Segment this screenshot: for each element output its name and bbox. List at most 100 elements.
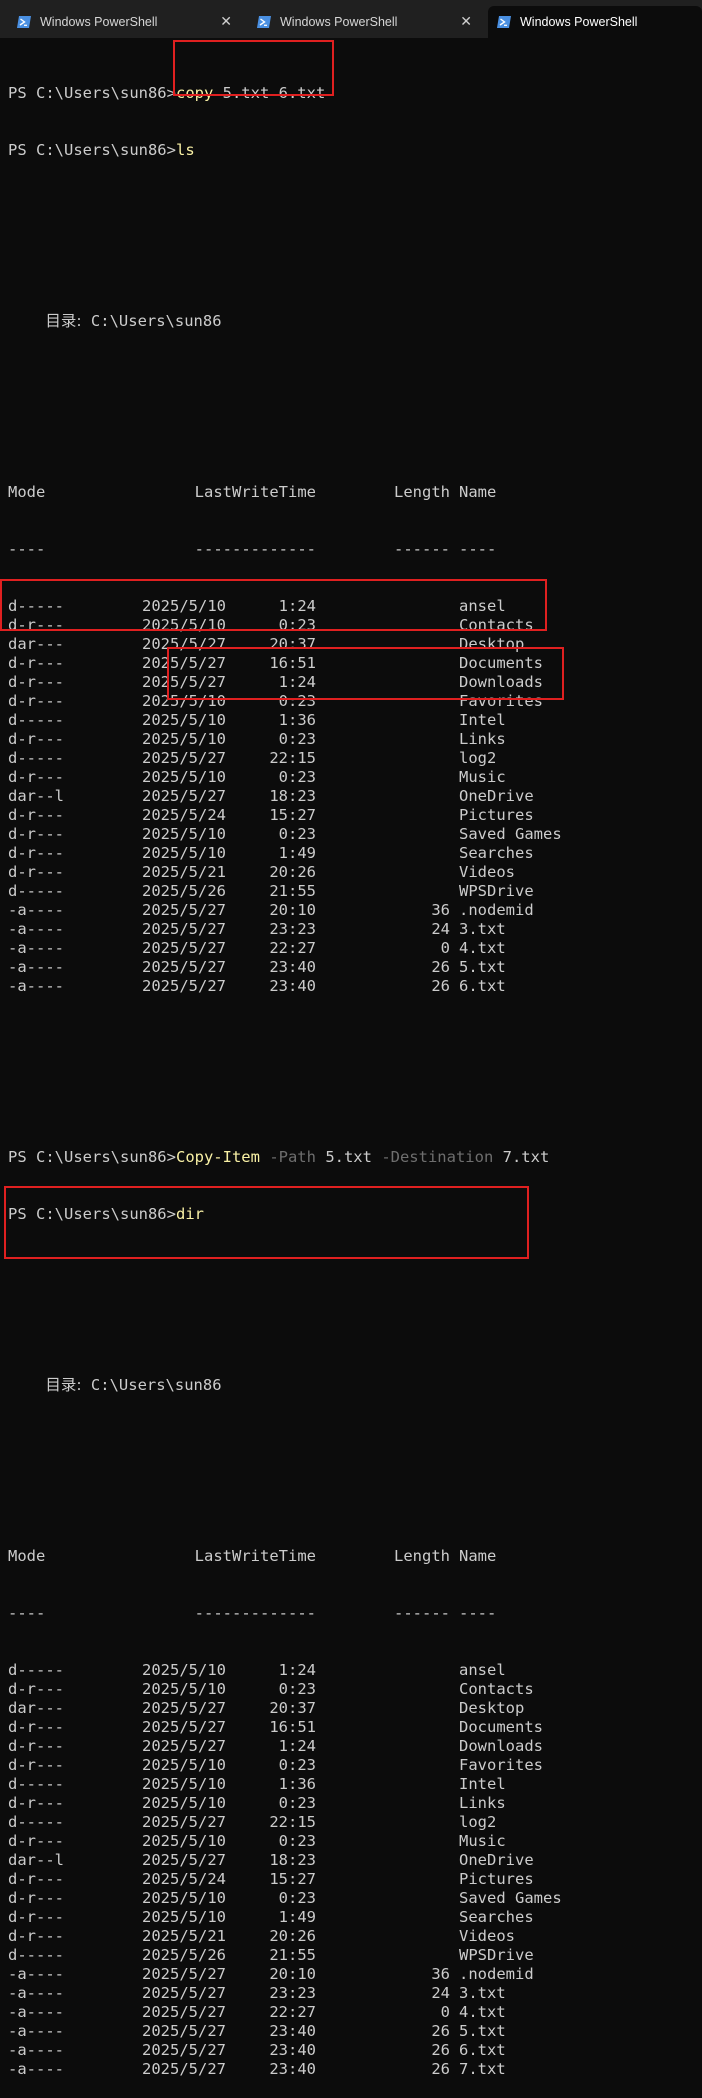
file-date: 2025/5/10: [142, 730, 226, 748]
tab-powershell-3-active[interactable]: Windows PowerShell: [488, 6, 702, 38]
file-mode: d-r---: [8, 692, 64, 710]
file-name: Desktop: [459, 1699, 525, 1717]
file-date: 2025/5/27: [142, 787, 226, 805]
file-time: 15:27: [269, 806, 316, 824]
underline-mode: ----: [8, 1604, 46, 1622]
file-mode: dar---: [8, 635, 64, 653]
file-name: Music: [459, 1832, 506, 1850]
underline-length: ------: [394, 540, 450, 558]
file-mode: dar--l: [8, 787, 64, 805]
file-date: 2025/5/24: [142, 806, 226, 824]
file-name: 4.txt: [459, 939, 506, 957]
file-mode: d-r---: [8, 616, 64, 634]
powershell-icon: [257, 16, 271, 28]
file-time: 1:49: [278, 844, 316, 862]
tab-powershell-2[interactable]: Windows PowerShell ✕: [248, 6, 480, 38]
tab-label: Windows PowerShell: [520, 15, 638, 29]
file-row: d-r--- 2025/5/10 0:23 Saved Games: [8, 825, 702, 844]
file-name: 5.txt: [459, 958, 506, 976]
file-row: d----- 2025/5/27 22:15 log2: [8, 1813, 702, 1832]
command-keyword: dir: [175, 1205, 204, 1223]
tab-powershell-1[interactable]: Windows PowerShell ✕: [8, 6, 240, 38]
file-mode: -a----: [8, 1965, 64, 1983]
file-row: -a---- 2025/5/27 23:23 24 3.txt: [8, 1984, 702, 2003]
file-time: 23:40: [269, 2022, 316, 2040]
file-date: 2025/5/27: [142, 1965, 226, 1983]
file-time: 0:23: [278, 1889, 316, 1907]
file-name: Favorites: [459, 692, 543, 710]
file-date: 2025/5/10: [142, 711, 226, 729]
file-time: 1:24: [278, 1661, 316, 1679]
file-name: Contacts: [459, 1680, 534, 1698]
close-icon[interactable]: ✕: [460, 13, 472, 29]
file-name: Downloads: [459, 673, 543, 691]
prompt: PS C:\Users\sun86>: [8, 1205, 176, 1223]
file-time: 20:26: [269, 1927, 316, 1945]
file-date: 2025/5/27: [142, 901, 226, 919]
file-mode: -a----: [8, 958, 64, 976]
file-name: Searches: [459, 1908, 534, 1926]
file-name: Downloads: [459, 1737, 543, 1755]
file-row: d-r--- 2025/5/10 0:23 Saved Games: [8, 1889, 702, 1908]
terminal-output[interactable]: PS C:\Users\sun86>copy 5.txt 6.txt PS C:…: [8, 46, 702, 2098]
prompt: PS C:\Users\sun86>: [8, 84, 176, 102]
file-row: -a---- 2025/5/27 23:40 26 6.txt: [8, 977, 702, 996]
file-time: 0:23: [278, 825, 316, 843]
file-row: -a---- 2025/5/27 22:27 0 4.txt: [8, 939, 702, 958]
directory-path: C:\Users\sun86: [90, 312, 222, 330]
file-date: 2025/5/10: [142, 768, 226, 786]
file-row: d-r--- 2025/5/10 0:23 Contacts: [8, 616, 702, 635]
file-time: 20:10: [269, 1965, 316, 1983]
file-row: d----- 2025/5/10 1:36 Intel: [8, 1775, 702, 1794]
command-keyword: ls: [175, 141, 195, 159]
file-date: 2025/5/10: [142, 1661, 226, 1679]
file-date: 2025/5/10: [142, 844, 226, 862]
file-row: d-r--- 2025/5/10 1:49 Searches: [8, 844, 702, 863]
file-mode: d-r---: [8, 863, 64, 881]
underline-length: ------: [394, 1604, 450, 1622]
file-name: 4.txt: [459, 2003, 506, 2021]
file-name: Links: [459, 1794, 506, 1812]
directory-path: C:\Users\sun86: [90, 1376, 222, 1394]
file-time: 1:24: [278, 597, 316, 615]
file-date: 2025/5/10: [142, 1794, 226, 1812]
file-name: Intel: [459, 1775, 506, 1793]
file-date: 2025/5/27: [142, 749, 226, 767]
file-time: 15:27: [269, 1870, 316, 1888]
file-name: Intel: [459, 711, 506, 729]
file-name: Contacts: [459, 616, 534, 634]
file-date: 2025/5/21: [142, 863, 226, 881]
file-date: 2025/5/27: [142, 1851, 226, 1869]
col-name: Name: [459, 1547, 497, 1565]
file-name: Documents: [459, 654, 543, 672]
file-date: 2025/5/27: [142, 2022, 226, 2040]
file-time: 0:23: [278, 1680, 316, 1698]
file-row: d-r--- 2025/5/10 0:23 Favorites: [8, 1756, 702, 1775]
file-name: Pictures: [459, 1870, 534, 1888]
file-row: dar--l 2025/5/27 18:23 OneDrive: [8, 1851, 702, 1870]
underline-name: ----: [459, 1604, 497, 1622]
file-date: 2025/5/27: [142, 2003, 226, 2021]
file-mode: d-----: [8, 1775, 64, 1793]
file-mode: d-r---: [8, 1908, 64, 1926]
file-date: 2025/5/27: [142, 2041, 226, 2059]
file-mode: d-----: [8, 1946, 64, 1964]
file-time: 23:40: [269, 958, 316, 976]
file-length: 36: [431, 1965, 450, 1983]
file-row: -a---- 2025/5/27 23:40 26 7.txt: [8, 2060, 702, 2079]
close-icon[interactable]: ✕: [220, 13, 232, 29]
command-keyword: Copy-Item: [175, 1148, 260, 1166]
file-time: 16:51: [269, 1718, 316, 1736]
file-mode: d-r---: [8, 806, 64, 824]
file-name: WPSDrive: [459, 1946, 534, 1964]
file-mode: d-r---: [8, 1718, 64, 1736]
file-mode: -a----: [8, 2003, 64, 2021]
file-time: 21:55: [269, 882, 316, 900]
file-row: d----- 2025/5/26 21:55 WPSDrive: [8, 882, 702, 901]
file-date: 2025/5/10: [142, 1832, 226, 1850]
underline-time: -------------: [194, 1604, 316, 1622]
file-row: d-r--- 2025/5/21 20:26 Videos: [8, 1927, 702, 1946]
file-time: 0:23: [278, 1832, 316, 1850]
file-length: 0: [440, 939, 450, 957]
file-length: 36: [431, 901, 450, 919]
